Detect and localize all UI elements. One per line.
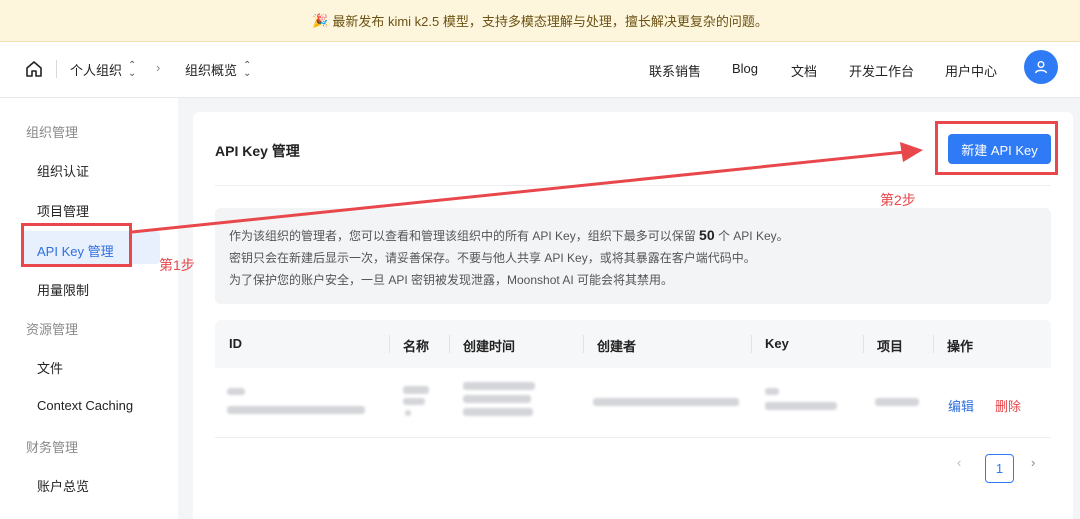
step2-label: 第2步: [880, 192, 916, 208]
step1-label: 第1步: [159, 257, 195, 273]
